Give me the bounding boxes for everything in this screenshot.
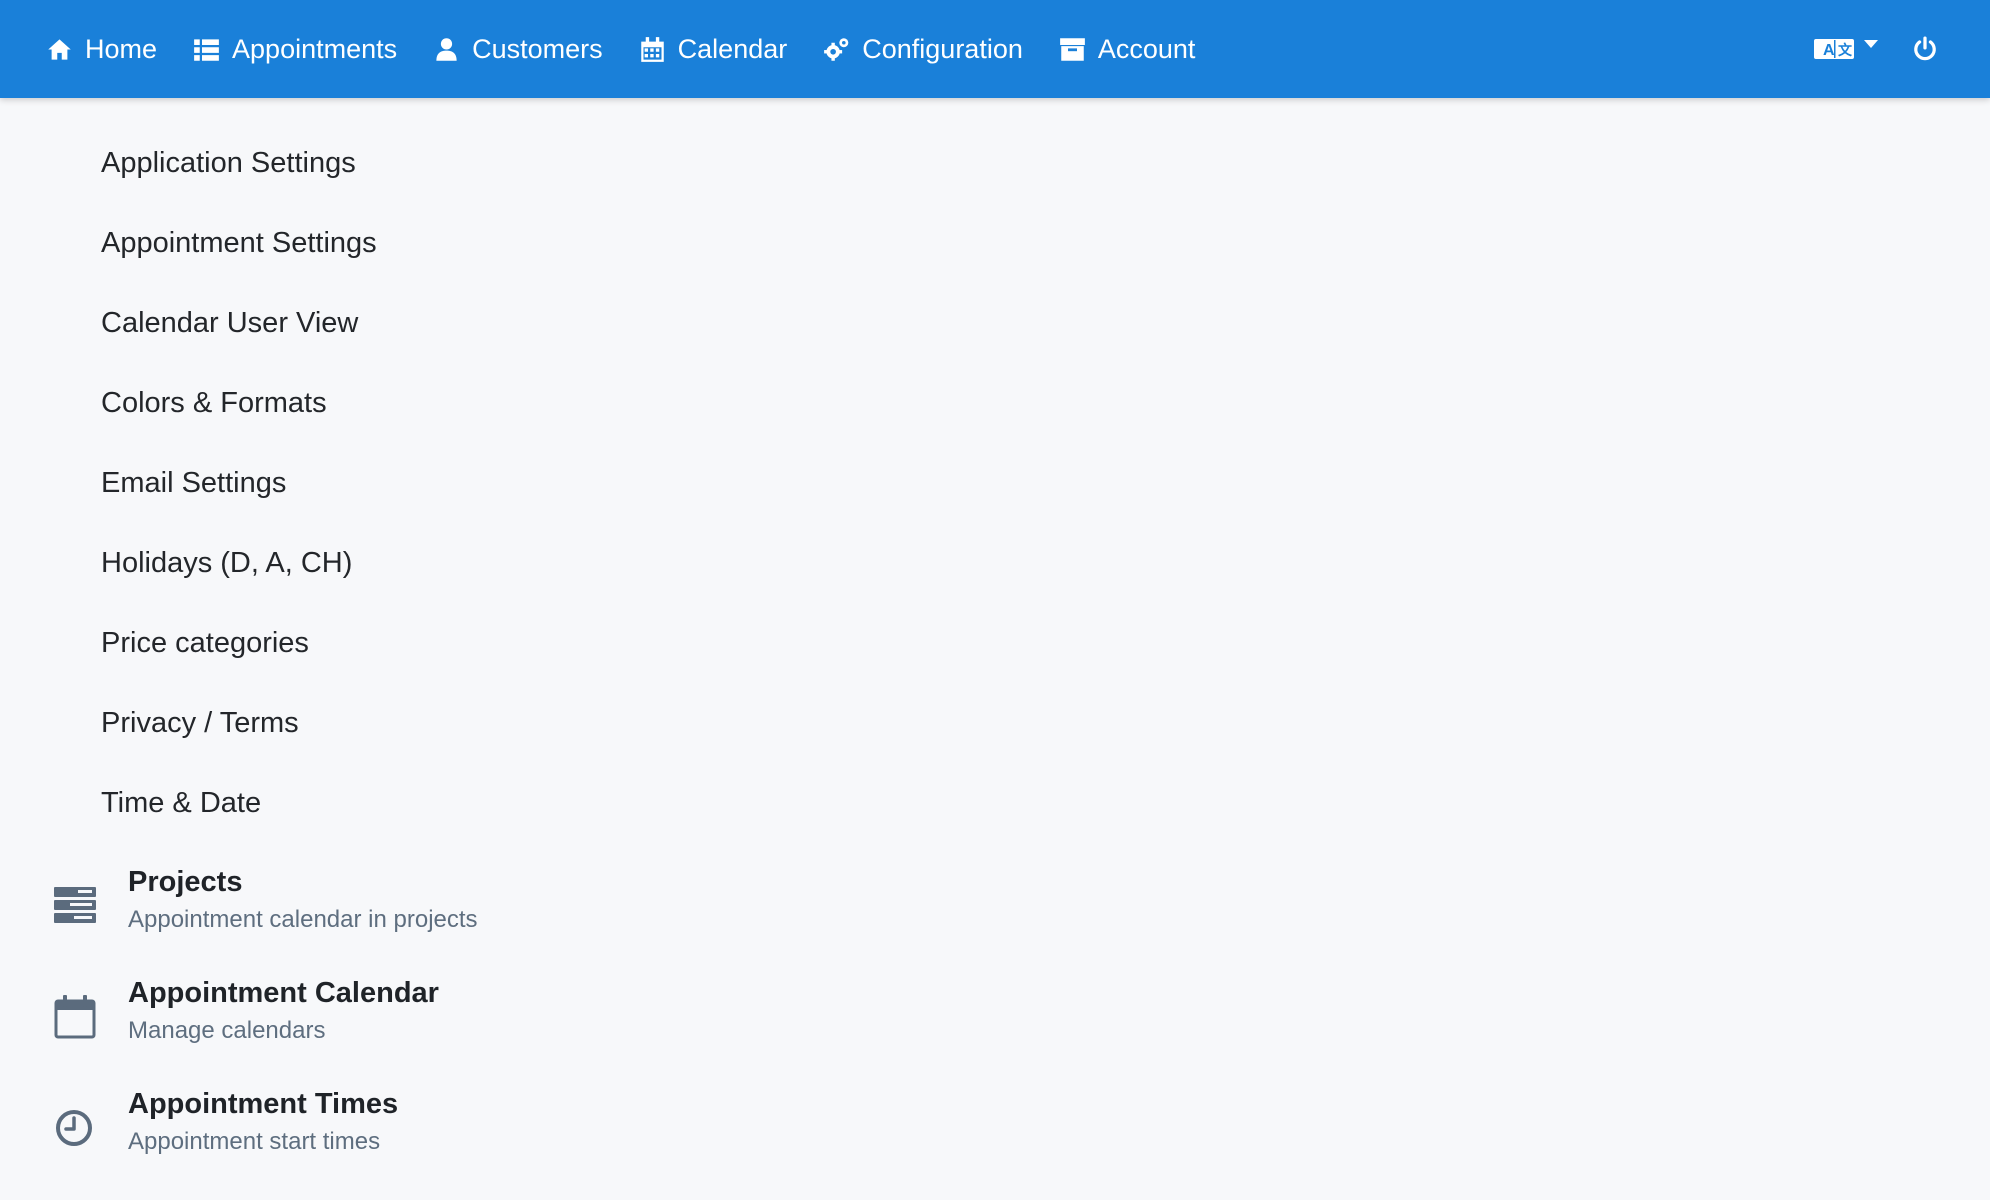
language-dropdown[interactable]: A 文 xyxy=(1814,37,1878,61)
language-icon: A 文 xyxy=(1814,39,1854,59)
logout-button[interactable] xyxy=(1912,36,1938,62)
section-appointment-calendar-subtitle: Manage calendars xyxy=(128,1017,326,1044)
submenu-holidays[interactable]: Holidays (D, A, CH) xyxy=(101,537,377,617)
submenu-application-settings[interactable]: Application Settings xyxy=(101,137,377,217)
nav-account-label: Account xyxy=(1097,33,1196,64)
calendar-icon xyxy=(640,36,664,62)
nav-home-label: Home xyxy=(85,33,158,64)
calendar-outline-icon xyxy=(54,995,96,1039)
submenu-email-settings[interactable]: Email Settings xyxy=(101,457,377,537)
section-appointment-calendar-title: Appointment Calendar xyxy=(128,977,439,1009)
nav-calendar-label: Calendar xyxy=(677,33,788,64)
nav-customers-label: Customers xyxy=(472,33,603,64)
nav-customers[interactable]: Customers xyxy=(433,0,603,98)
submenu-appointment-settings[interactable]: Appointment Settings xyxy=(101,217,377,297)
submenu-privacy-terms[interactable]: Privacy / Terms xyxy=(101,697,377,777)
nav-appointments-label: Appointments xyxy=(232,33,398,64)
top-navbar: Home Appointments Customers Calendar Con… xyxy=(0,0,1990,98)
nav-configuration-label: Configuration xyxy=(862,33,1023,64)
section-appointment-times-subtitle: Appointment start times xyxy=(128,1128,381,1155)
clock-icon xyxy=(56,1110,92,1146)
svg-text:A: A xyxy=(1823,42,1835,59)
home-icon xyxy=(48,38,71,60)
configuration-submenu: Application Settings Appointment Setting… xyxy=(101,137,377,857)
submenu-price-categories[interactable]: Price categories xyxy=(101,617,377,697)
submenu-colors-formats[interactable]: Colors & Formats xyxy=(101,377,377,457)
nav-home[interactable]: Home xyxy=(46,0,157,98)
nav-account[interactable]: Account xyxy=(1059,0,1196,98)
section-projects-subtitle: Appointment calendar in projects xyxy=(128,906,478,933)
archive-icon xyxy=(1059,37,1085,61)
server-stack-icon xyxy=(54,887,96,923)
nav-appointments[interactable]: Appointments xyxy=(193,0,397,98)
submenu-time-date[interactable]: Time & Date xyxy=(101,777,377,857)
cogs-icon xyxy=(824,37,849,61)
section-appointment-times-title: Appointment Times xyxy=(128,1088,399,1120)
nav-calendar[interactable]: Calendar xyxy=(639,0,788,98)
svg-text:文: 文 xyxy=(1838,42,1853,58)
nav-menu: Home Appointments Customers Calendar Con… xyxy=(0,0,1231,98)
nav-configuration[interactable]: Configuration xyxy=(823,0,1023,98)
submenu-calendar-user-view[interactable]: Calendar User View xyxy=(101,297,377,377)
list-icon xyxy=(194,38,219,61)
user-icon xyxy=(436,37,457,61)
nav-right: A 文 xyxy=(1814,0,1938,98)
chevron-down-icon xyxy=(1864,40,1878,48)
power-icon xyxy=(1914,36,1936,61)
section-projects-title: Projects xyxy=(128,866,243,898)
